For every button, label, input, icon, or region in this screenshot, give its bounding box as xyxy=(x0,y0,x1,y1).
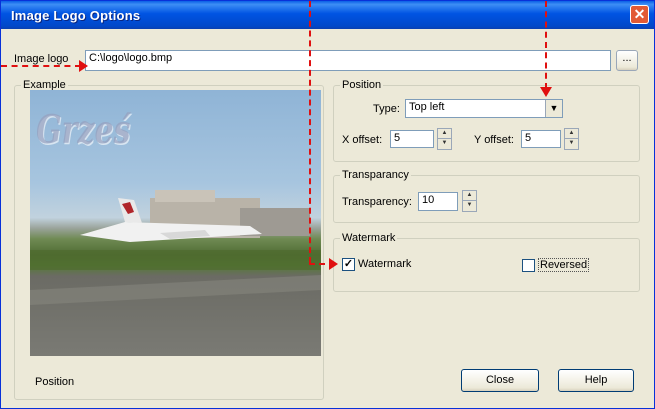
logo-watermark-text: Grześ xyxy=(36,108,131,154)
reversed-checkbox[interactable] xyxy=(522,259,535,272)
reversed-checkbox-label[interactable]: Reversed xyxy=(538,258,590,272)
x-offset-label: X offset: xyxy=(342,134,383,146)
annotation-arrowhead-icon xyxy=(79,60,88,72)
spin-down-icon[interactable]: ▼ xyxy=(565,139,578,149)
annotation-line xyxy=(1,65,81,67)
chevron-down-icon[interactable]: ▼ xyxy=(545,100,562,117)
annotation-arrowhead-icon xyxy=(540,87,552,97)
transparency-group-title: Transparancy xyxy=(340,169,411,181)
y-offset-label: Y offset: xyxy=(474,134,514,146)
browse-button[interactable]: ... xyxy=(616,50,638,71)
watermark-group-title: Watermark xyxy=(340,232,398,244)
annotation-arrowhead-icon xyxy=(329,258,338,270)
y-offset-spinner[interactable]: ▲ ▼ xyxy=(564,128,579,150)
annotation-line xyxy=(309,1,311,263)
transparency-label: Transparency: xyxy=(342,196,412,208)
x-offset-spinner[interactable]: ▲ ▼ xyxy=(437,128,452,150)
image-logo-options-dialog: Image Logo Options ✕ Image logo C:\logo\… xyxy=(0,0,655,409)
type-select-value: Top left xyxy=(409,101,445,113)
type-select[interactable]: Top left ▼ xyxy=(405,99,563,118)
watermark-checkbox[interactable]: ✓ xyxy=(342,258,355,271)
position-group-title: Position xyxy=(340,79,384,91)
spin-down-icon[interactable]: ▼ xyxy=(463,201,476,211)
transparency-spinner[interactable]: ▲ ▼ xyxy=(462,190,477,212)
window-title: Image Logo Options xyxy=(11,8,141,23)
x-offset-input[interactable]: 5 xyxy=(390,130,434,148)
spin-up-icon[interactable]: ▲ xyxy=(438,129,451,139)
spin-down-icon[interactable]: ▼ xyxy=(438,139,451,149)
type-label: Type: xyxy=(373,103,400,115)
watermark-checkbox-label[interactable]: Watermark xyxy=(358,258,411,270)
spin-up-icon[interactable]: ▲ xyxy=(463,191,476,201)
image-logo-label: Image logo xyxy=(14,53,69,65)
image-logo-path-input[interactable]: C:\logo\logo.bmp xyxy=(85,50,611,71)
position-group: Position xyxy=(333,79,640,162)
title-bar[interactable]: Image Logo Options ✕ xyxy=(1,1,654,29)
close-button[interactable]: Close xyxy=(461,369,539,392)
help-button[interactable]: Help xyxy=(558,369,634,392)
close-window-icon[interactable]: ✕ xyxy=(630,5,649,24)
y-offset-input[interactable]: 5 xyxy=(521,130,561,148)
annotation-line xyxy=(545,1,547,89)
spin-up-icon[interactable]: ▲ xyxy=(565,129,578,139)
example-preview-image: Grześ xyxy=(30,90,321,356)
transparency-input[interactable]: 10 xyxy=(418,192,458,211)
example-position-caption: Position xyxy=(35,376,75,388)
